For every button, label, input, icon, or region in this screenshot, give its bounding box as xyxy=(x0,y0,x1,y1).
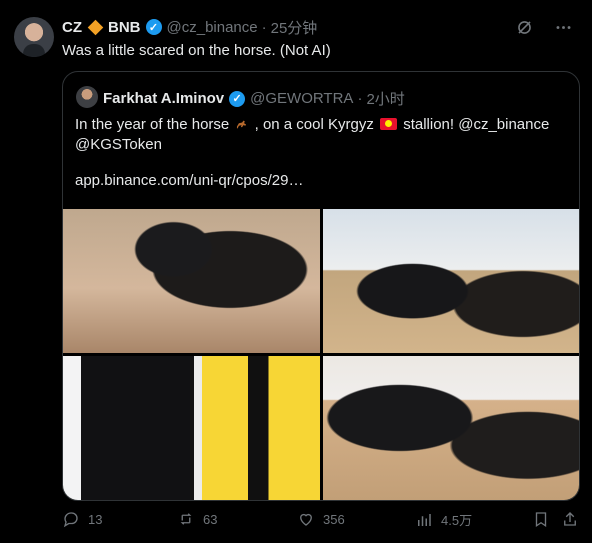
views-icon xyxy=(418,513,431,526)
verified-icon: ✓ xyxy=(145,19,162,35)
quoted-text-part-1: In the year of the horse xyxy=(75,116,230,133)
quoted-header-separator: · xyxy=(357,90,363,107)
horse-photo-3[interactable] xyxy=(63,356,320,500)
quoted-text-gap xyxy=(75,155,567,171)
views-button[interactable]: 4.5万 xyxy=(415,510,472,529)
horse-icon xyxy=(237,120,247,129)
author-handle[interactable]: @cz_binance xyxy=(167,19,258,36)
horse-photo-1[interactable] xyxy=(63,209,320,353)
quoted-token-mention[interactable]: @KGSToken xyxy=(75,135,567,155)
repost-icon xyxy=(180,513,192,525)
bookmark-icon xyxy=(535,512,547,528)
post-header: CZ BNB ✓ @cz_binance · 25分钟 xyxy=(62,17,317,37)
quoted-text-part-2: , on a cool Kyrgyz xyxy=(254,116,374,133)
author-avatar[interactable] xyxy=(14,17,54,57)
quoted-author-avatar[interactable] xyxy=(76,86,98,108)
post-time[interactable]: 25分钟 xyxy=(271,17,318,38)
like-button[interactable]: 356 xyxy=(297,510,345,528)
share-button[interactable] xyxy=(561,510,579,528)
reply-button[interactable]: 13 xyxy=(62,510,102,528)
quoted-post-text: In the year of the horse , on a cool Kyr… xyxy=(75,115,567,191)
horse-photo-4[interactable] xyxy=(323,356,579,500)
bookmark-button[interactable] xyxy=(532,510,550,528)
reply-count: 13 xyxy=(88,511,103,527)
quoted-text-part-3[interactable]: stallion! @cz_binance xyxy=(403,116,549,133)
top-actions xyxy=(515,18,573,37)
horse-photo-2[interactable] xyxy=(323,209,579,353)
diamond-icon xyxy=(87,19,104,35)
horse-photo-4-image xyxy=(323,356,579,500)
repost-button[interactable]: 63 xyxy=(177,510,217,528)
horse-photo-2-image xyxy=(323,209,579,353)
reply-icon xyxy=(63,512,78,528)
heart-icon xyxy=(300,513,312,526)
quoted-post-header: Farkhat A.Iminov ✓ @GEWORTRA · 2小时 xyxy=(103,88,405,109)
quoted-author-name[interactable]: Farkhat A.Iminov xyxy=(103,90,224,107)
quoted-link[interactable]: app.binance.com/uni-qr/cpos/29… xyxy=(75,171,567,191)
like-count: 356 xyxy=(323,511,345,527)
post-text: Was a little scared on the horse. (Not A… xyxy=(62,42,331,59)
share-icon xyxy=(564,512,576,526)
header-separator: · xyxy=(261,18,267,36)
quoted-verified-icon: ✓ xyxy=(229,90,246,107)
horse-photo-3-image xyxy=(63,356,320,500)
post-actions: 13 63 356 4.5万 xyxy=(62,510,578,534)
quoted-post-time[interactable]: 2小时 xyxy=(366,88,404,109)
view-count: 4.5万 xyxy=(441,513,473,528)
repost-count: 63 xyxy=(203,511,218,527)
kyrgyz-flag-icon xyxy=(380,118,398,130)
more-options-icon[interactable] xyxy=(554,18,573,37)
quoted-post[interactable]: Farkhat A.Iminov ✓ @GEWORTRA · 2小时 In th… xyxy=(62,71,580,501)
grok-icon[interactable] xyxy=(515,18,534,37)
author-token[interactable]: BNB xyxy=(108,19,141,36)
author-name[interactable]: CZ xyxy=(62,19,82,36)
quoted-author-handle[interactable]: @GEWORTRA xyxy=(250,90,353,107)
horse-photo-1-image xyxy=(63,209,320,353)
